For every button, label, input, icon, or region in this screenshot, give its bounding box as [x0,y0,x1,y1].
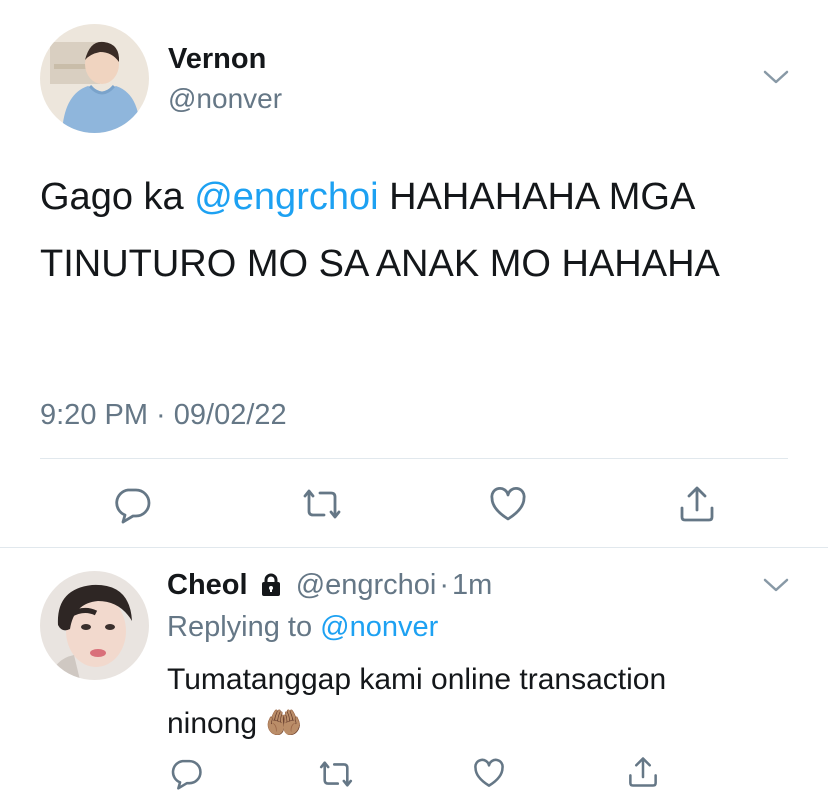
user-handle[interactable]: @nonver [168,82,282,116]
lock-icon [258,571,284,597]
dot-separator: · [439,569,450,601]
reply-header: Cheol @engrchoi · 1m [167,567,492,603]
display-name[interactable]: Vernon [168,42,266,76]
divider [40,458,788,459]
display-name[interactable]: Cheol [167,569,248,601]
mention-link[interactable]: @engrchoi [194,176,378,218]
user-handle[interactable]: @engrchoi [296,569,437,601]
avatar-vernon[interactable] [40,24,149,133]
tweet-text: Gago ka @engrchoi HAHAHAHA MGA TINUTURO … [40,164,800,298]
heart-icon[interactable] [488,485,528,523]
speech-bubble-icon[interactable] [112,484,152,524]
tweet-timestamp[interactable]: 9:20 PM · 09/02/22 [40,398,287,432]
replying-label: Replying to [167,611,321,643]
share-icon[interactable] [678,484,716,524]
retweet-icon[interactable] [316,758,356,790]
replying-mention-link[interactable]: @nonver [320,611,438,643]
heart-icon[interactable] [472,757,506,789]
reply-text: Tumatanggap kami online transaction nino… [167,663,667,740]
chevron-down-icon[interactable] [762,68,790,86]
chevron-down-icon[interactable] [762,576,790,594]
speech-bubble-icon[interactable] [169,756,203,790]
tweet-text-prefix: Gago ka [40,176,195,218]
share-icon[interactable] [627,755,659,789]
section-divider [0,547,828,548]
replying-to: Replying to @nonver [167,609,438,645]
tweet-age[interactable]: 1m [452,569,492,601]
retweet-icon[interactable] [299,486,345,522]
avatar-cheol[interactable] [40,571,149,680]
